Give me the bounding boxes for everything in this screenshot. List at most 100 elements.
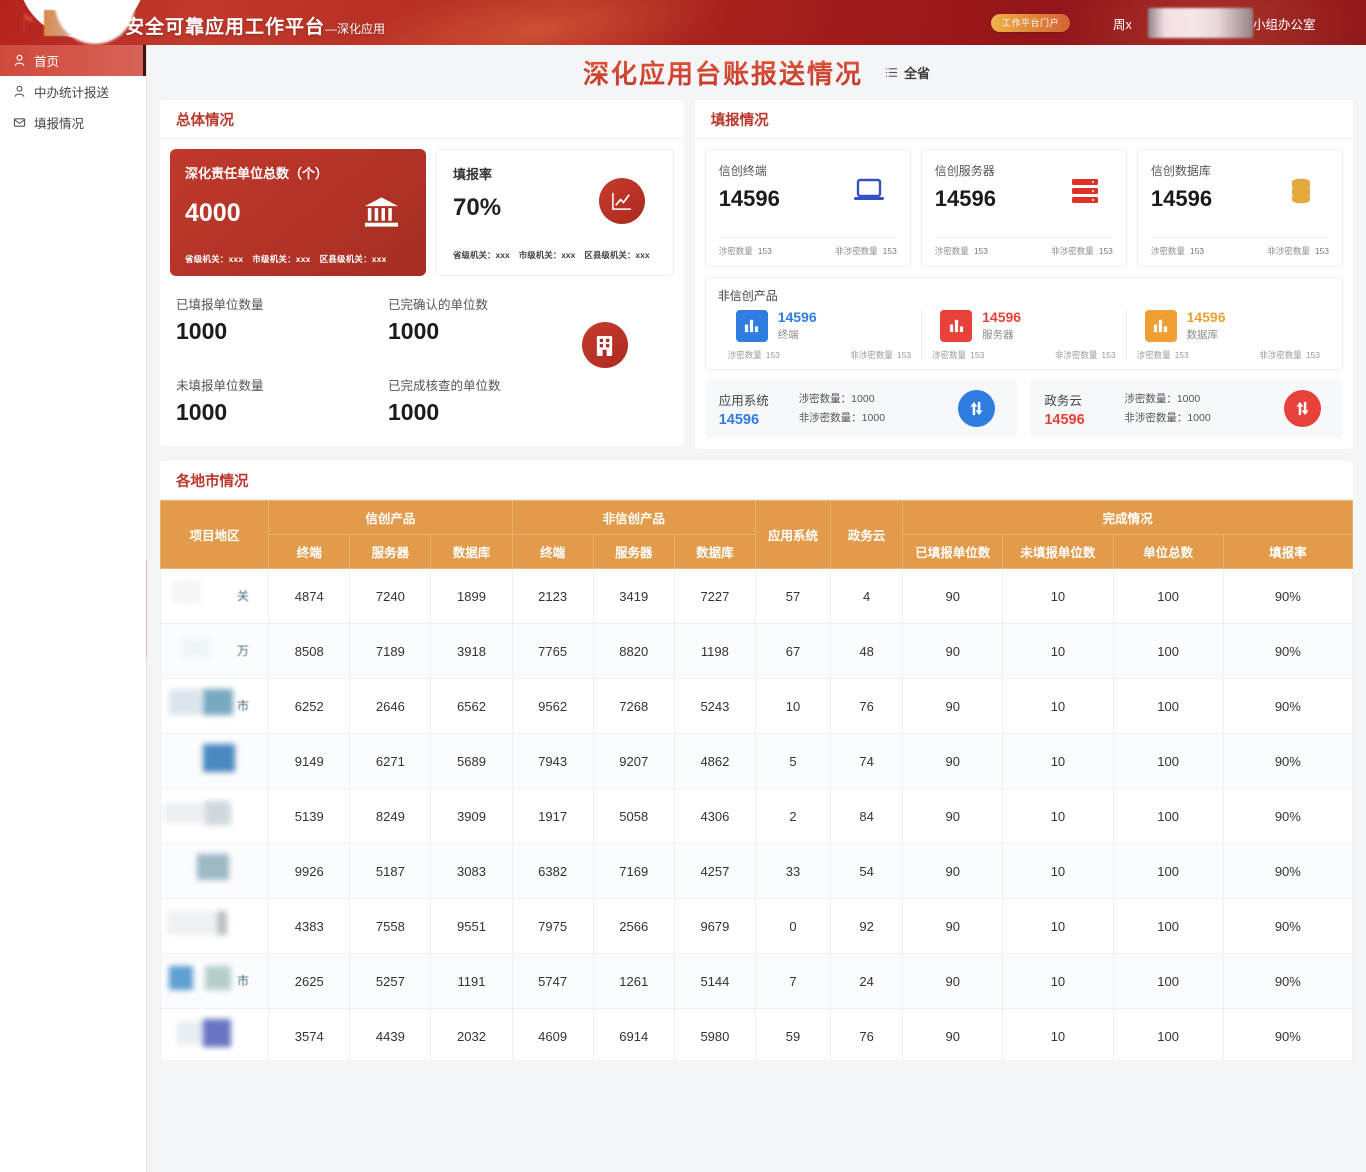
nonsecret-count: 非涉密数量 153 — [1267, 245, 1329, 257]
table-row[interactable]: 4383 7558 9551 7975 2566 9679 0 92 90 10 100 90% — [160, 898, 1353, 954]
cell-gov-cloud: 84 — [830, 788, 904, 844]
cell-app-system: 59 — [754, 1008, 832, 1060]
table-row[interactable]: 5139 8249 3909 1917 5058 4306 2 84 90 10 100 90% — [160, 788, 1353, 844]
cell-app-system: 2 — [754, 788, 832, 844]
cell-region — [160, 898, 270, 954]
kpi-total-units-label: 深化责任单位总数（个） — [185, 166, 329, 181]
kpi-total-units-breakdown: 省级机关：xxx 市级机关：xxx 区县级机关：xxx — [185, 253, 396, 265]
cell-gov-cloud: 54 — [830, 843, 904, 899]
cell-xc-database: 3918 — [430, 623, 513, 679]
cell-unreported-units: 10 — [1002, 678, 1114, 734]
xc-card-terminal: 信创终端 14596 涉密数量 153 非涉密数量 153 — [704, 149, 911, 267]
table-row[interactable]: 9926 5187 3083 6382 7169 4257 33 54 90 10 100 90% — [160, 843, 1353, 899]
secret-value: 153 — [757, 246, 772, 256]
overall-column: 总体情况 深化责任单位总数（个） 4000 省级机关：xxx 市级机关：xxx 区县… — [160, 100, 684, 449]
cell-reported-units: 90 — [902, 843, 1004, 899]
breakdown-province: 省级机关：xxx — [185, 254, 244, 264]
cell-gov-cloud: 4 — [830, 568, 904, 624]
system-secret-count: 涉密数量：1000 — [1124, 393, 1201, 406]
th-total-units: 单位总数 — [1112, 534, 1224, 569]
header-redaction-blob — [55, 0, 135, 44]
cell-region: 市 — [160, 953, 270, 1009]
envelope-icon — [13, 116, 26, 129]
cell-total-units: 100 — [1112, 1008, 1224, 1060]
user-icon — [13, 85, 26, 98]
overall-kpi-row: 深化责任单位总数（个） 4000 省级机关：xxx 市级机关：xxx 区县级机关：x… — [160, 139, 684, 276]
cell-unreported-units: 10 — [1002, 898, 1114, 954]
portal-button[interactable]: 工作平台门户 — [991, 14, 1071, 32]
regions-table-wrap: 各地市情况 项目地区 信创产品 非信创产品 应用系统 政务云 完成情况 终端 服… — [147, 449, 1366, 1060]
cell-nonxc-terminal: 7765 — [511, 623, 594, 679]
breakdown-city: 市级机关：xxx — [252, 254, 311, 264]
th-region: 项目地区 — [160, 500, 270, 569]
nonsecret-label: 非涉密数量 — [835, 246, 878, 256]
cell-nonxc-server: 6914 — [592, 1008, 675, 1060]
sidebar-item-central-office-report[interactable]: 中办统计报送 — [0, 76, 146, 107]
kpi-filing-rate-breakdown: 省级机关：xxx 市级机关：xxx 区县级机关：xxx — [453, 249, 659, 261]
sidebar-item-label: 填报情况 — [34, 117, 85, 131]
secret-count: 涉密数量 153 — [932, 349, 984, 361]
region-name-redaction — [183, 638, 209, 658]
nonsecret-value: 153 — [1305, 350, 1320, 360]
cell-nonxc-server: 8820 — [592, 623, 675, 679]
nonsecret-value: 153 — [1098, 246, 1113, 256]
nonxc-item-database: 14596 数据库 涉密数量 153 非涉密数量 153 — [1125, 309, 1330, 361]
page-content: 深化应用台账报送情况 全省 总体情况 深化责任单位总数（个） 4000 省级机关… — [147, 45, 1366, 1172]
table-row[interactable]: 3574 4439 2032 4609 6914 5980 59 76 90 10 100 90% — [160, 1008, 1353, 1060]
cell-filing-rate: 90% — [1222, 1008, 1353, 1060]
region-name-redaction — [203, 744, 235, 772]
nonsecret-label: 非涉密数量 — [850, 350, 893, 360]
stat-verified-units: 已完成核查的单位数 1000 — [366, 375, 674, 426]
regions-table: 项目地区 信创产品 非信创产品 应用系统 政务云 完成情况 终端 服务器 数据库… — [160, 500, 1353, 1060]
secret-value: 153 — [973, 246, 988, 256]
secret-value: 153 — [1189, 246, 1205, 256]
secret-count: 涉密数量 153 — [935, 245, 988, 257]
nonxc-name: 服务器 — [982, 329, 1014, 341]
region-name-redaction — [205, 801, 231, 825]
stat-confirmed-units: 已完确认的单位数 1000 — [366, 294, 674, 345]
system-secret-count: 涉密数量：1000 — [798, 393, 875, 406]
table-row[interactable]: 市 2625 5257 1191 5747 1261 5144 7 24 90 10 100 90% — [160, 953, 1353, 1009]
overall-stats-grid: 已填报单位数量 1000 已完确认的单位数 1000 未填报单位数量 1000 — [160, 276, 684, 446]
regions-table-scroll[interactable]: 项目地区 信创产品 非信创产品 应用系统 政务云 完成情况 终端 服务器 数据库… — [160, 500, 1353, 1060]
cell-xc-terminal: 3574 — [268, 1008, 351, 1060]
secret-count: 涉密数量 153 — [1137, 349, 1189, 361]
table-row[interactable]: 万 8508 7189 3918 7765 8820 1198 67 48 90 10 100 90% — [160, 623, 1353, 679]
building-icon — [581, 322, 628, 368]
cell-region — [160, 733, 270, 789]
sidebar-item-filing-status[interactable]: 填报情况 — [0, 107, 146, 138]
regions-table-card: 各地市情况 项目地区 信创产品 非信创产品 应用系统 政务云 完成情况 终端 服… — [160, 461, 1353, 1060]
th-xc-database: 数据库 — [430, 534, 513, 569]
cell-xc-server: 7558 — [349, 898, 432, 954]
xc-card-footer: 涉密数量 153 非涉密数量 153 — [718, 237, 897, 257]
app-header: 安全可靠应用工作平台—深化应用 工作平台门户 周x 小组办公室 — [0, 0, 1366, 45]
cell-xc-terminal: 6252 — [268, 678, 351, 734]
stat-reported-units: 已填报单位数量 1000 — [176, 294, 366, 345]
nonsecret-count: 非涉密数量 153 — [1055, 349, 1116, 361]
cell-nonxc-terminal: 7975 — [511, 898, 594, 954]
th-app-system: 应用系统 — [754, 500, 832, 569]
cell-gov-cloud: 24 — [830, 953, 904, 1009]
stat-label: 已完确认的单位数 — [388, 298, 489, 312]
scope-selector[interactable]: 全省 — [885, 63, 930, 82]
th-xc-terminal: 终端 — [268, 534, 351, 569]
cell-xc-terminal: 2625 — [268, 953, 351, 1009]
th-xc-server: 服务器 — [349, 534, 432, 569]
cell-unreported-units: 10 — [1002, 733, 1114, 789]
cell-total-units: 100 — [1112, 953, 1224, 1009]
th-group-nonxc: 非信创产品 — [511, 500, 756, 535]
region-name-fragment: 市 — [237, 974, 250, 988]
region-name-redaction — [203, 1019, 231, 1047]
table-row[interactable]: 关 4874 7240 1899 2123 3419 7227 57 4 90 10 100 90% — [160, 568, 1353, 624]
cell-nonxc-database: 4862 — [673, 733, 756, 789]
nonxc-footer: 涉密数量 153 非涉密数量 153 — [724, 349, 915, 361]
kpi-total-units: 深化责任单位总数（个） 4000 省级机关：xxx 市级机关：xxx 区县级机关：x… — [170, 149, 426, 276]
cell-xc-terminal: 9149 — [268, 733, 351, 789]
cell-app-system: 7 — [754, 953, 832, 1009]
cell-nonxc-database: 5144 — [673, 953, 756, 1009]
cell-nonxc-terminal: 9562 — [511, 678, 594, 734]
system-card-value: 14596 — [718, 411, 760, 428]
table-row[interactable]: 9149 6271 5689 7943 9207 4862 5 74 90 10 100 90% — [160, 733, 1353, 789]
sidebar-item-home[interactable]: 首页 — [0, 45, 146, 76]
table-row[interactable]: 市 6252 2646 6562 9562 7268 5243 10 76 90 10 100 90% — [160, 678, 1353, 734]
